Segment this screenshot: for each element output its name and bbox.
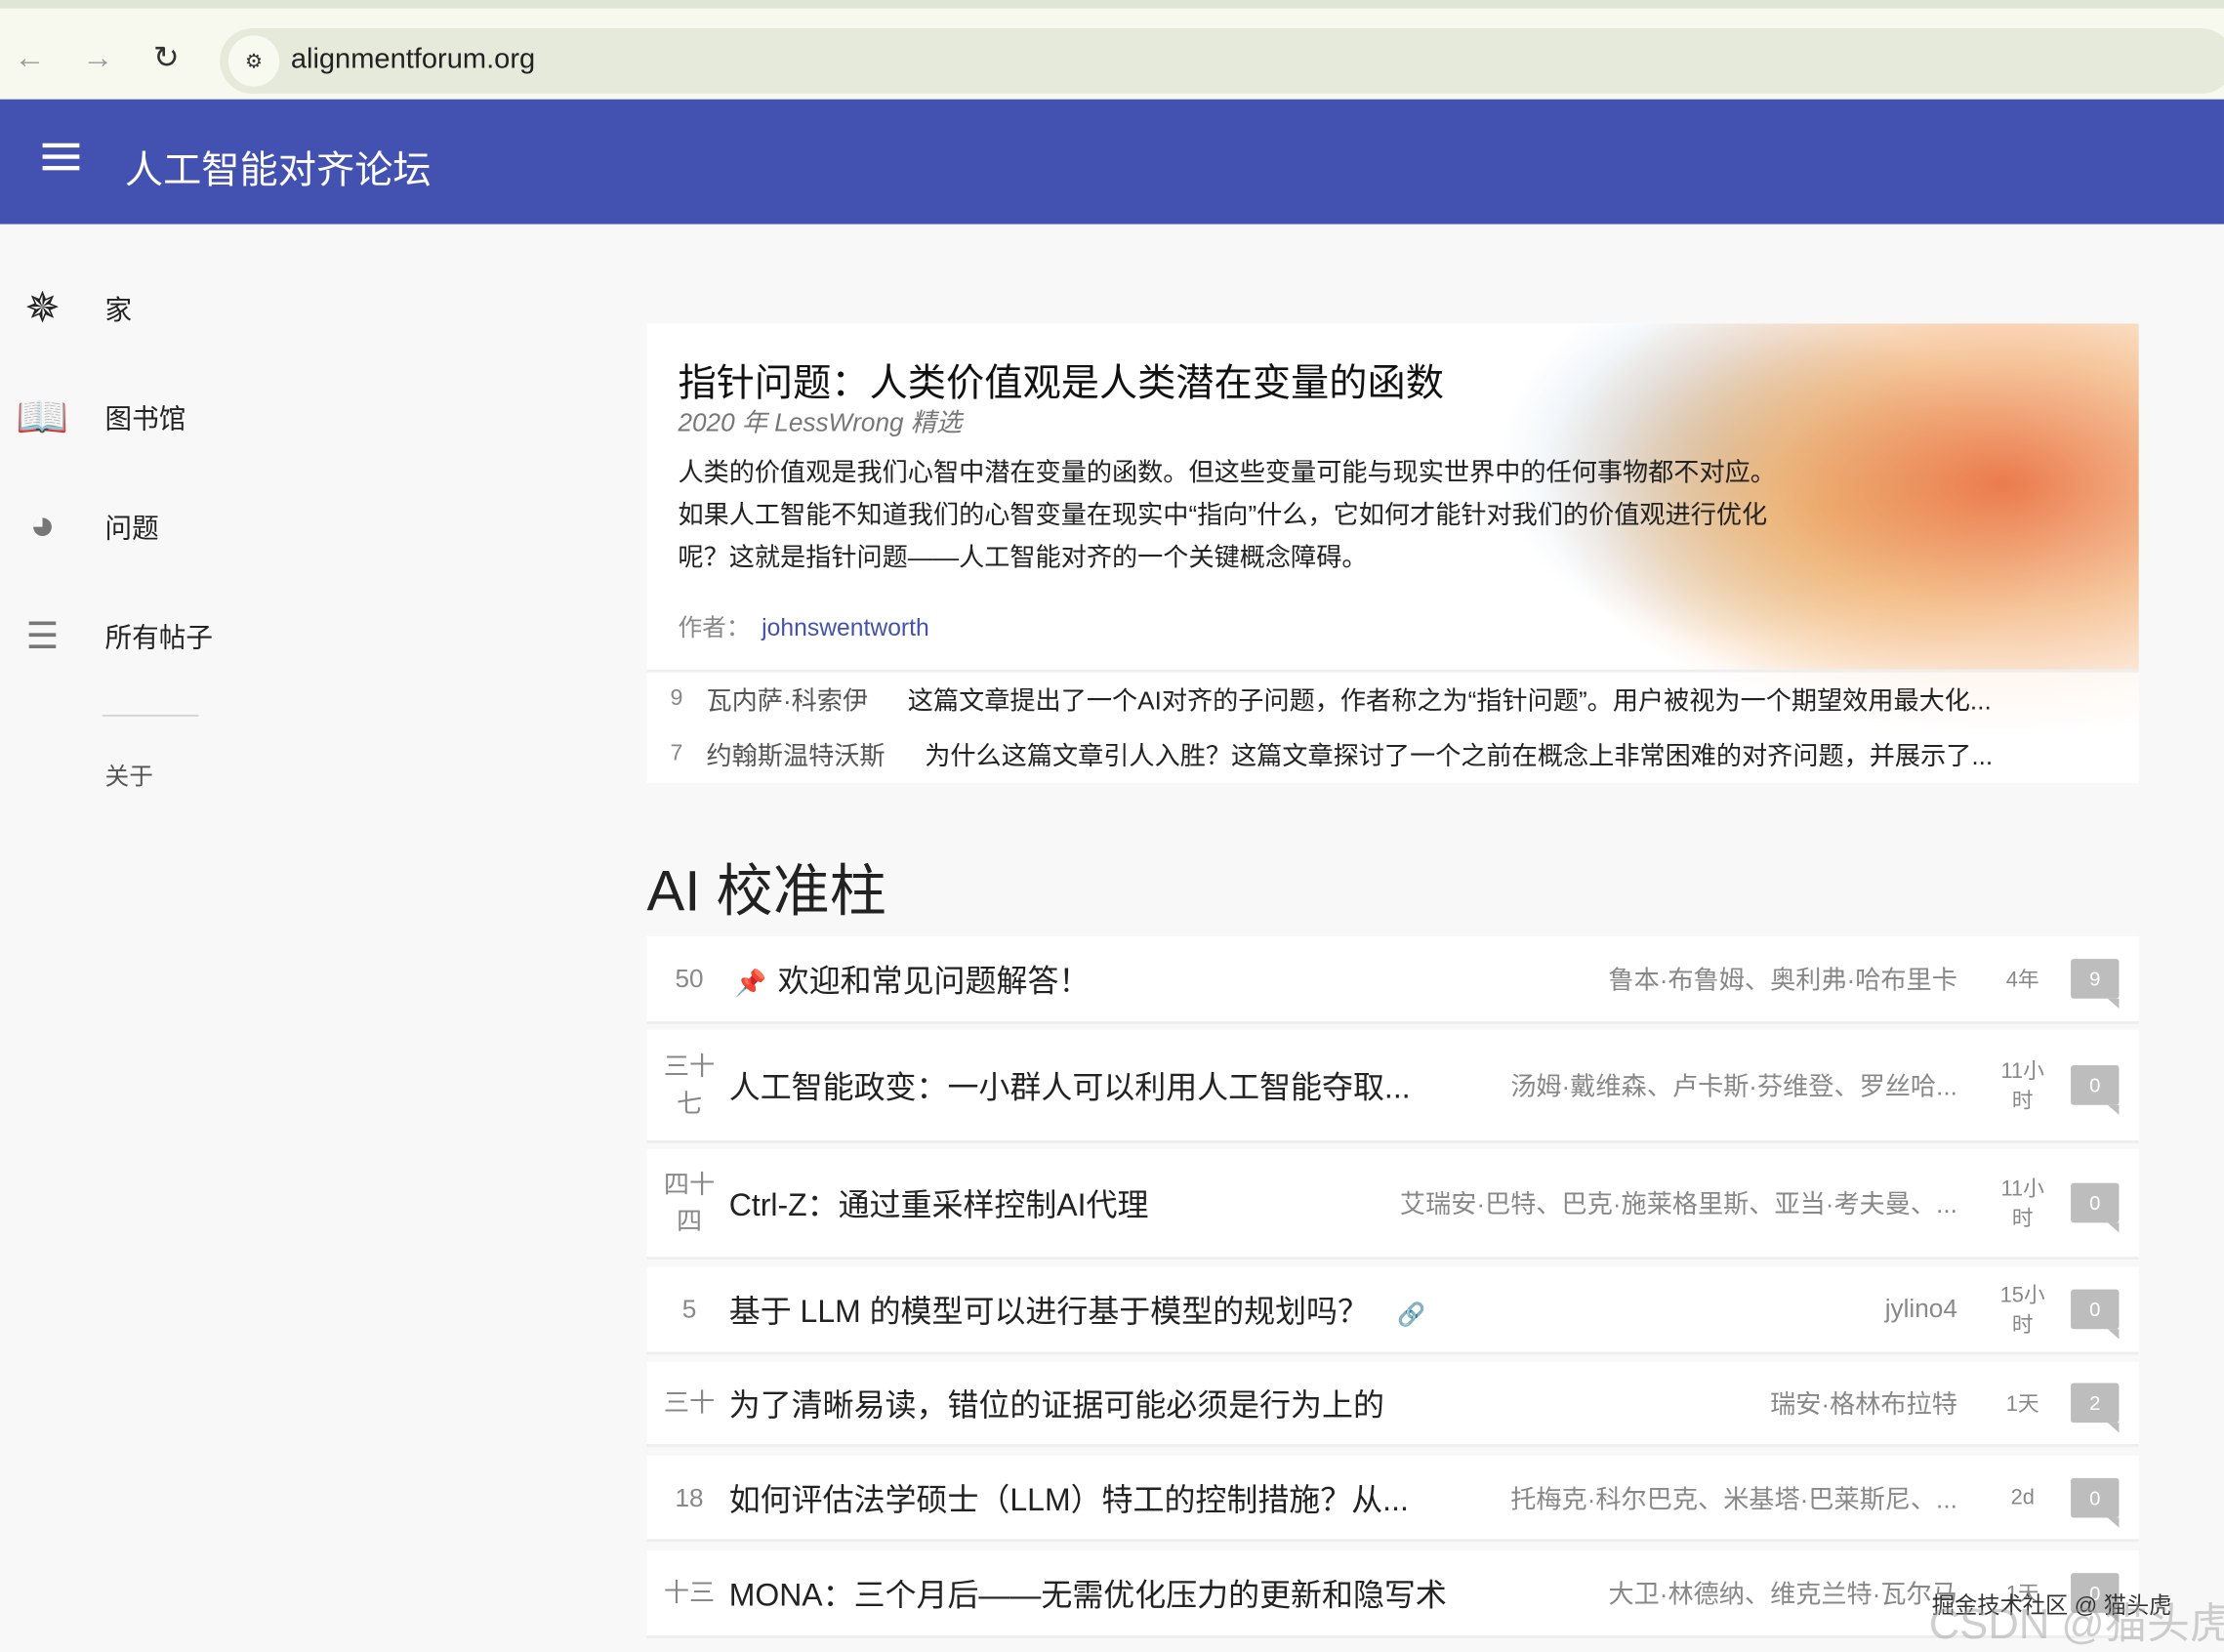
post-karma: 四十 四 <box>658 1166 721 1240</box>
compass-star-icon: ✵ <box>15 279 71 336</box>
post-karma: 三十 七 <box>658 1049 721 1123</box>
comment-count-badge[interactable]: 0 <box>2071 1477 2119 1517</box>
post-title-wrap: 📌 欢迎和常见问题解答！ <box>723 956 1090 1001</box>
author-label: 作者： <box>678 614 750 641</box>
address-bar[interactable]: ⚙ alignmentforum.org <box>220 28 2224 94</box>
comment-count-badge[interactable]: 2 <box>2071 1383 2119 1423</box>
post-row[interactable]: 十三 MONA：三个月后——无需优化压力的更新和隐写术 大卫·林德纳、维克兰特·… <box>646 1550 2138 1638</box>
sidebar-divider <box>103 715 199 716</box>
reload-button[interactable]: ↻ <box>153 40 180 77</box>
post-authors[interactable]: 瑞安·格林布拉特 <box>1770 1384 1957 1422</box>
post-title[interactable]: 基于 LLM 的模型可以进行基于模型的规划吗？ <box>729 1294 1369 1329</box>
post-title-wrap: MONA：三个月后——无需优化压力的更新和隐写术 <box>729 1570 1447 1615</box>
post-title[interactable]: 人工智能政变：一小群人可以利用人工智能夺取... <box>729 1069 1411 1104</box>
post-authors[interactable]: 汤姆·戴维森、卢卡斯·芬维登、罗丝哈... <box>1510 1067 1957 1104</box>
sidebar-item-all-posts[interactable]: ☰所有帖子 <box>15 604 71 667</box>
list-icon: ☰ <box>15 607 71 664</box>
post-authors[interactable]: 鲁本·布鲁姆、奥利弗·哈布里卡 <box>1608 961 1956 998</box>
post-karma: 18 <box>658 1479 721 1516</box>
post-time: 15小时 <box>1995 1279 2051 1339</box>
sidebar-item-label: 图书馆 <box>105 398 186 436</box>
section-title: AI 校准柱 <box>646 846 885 928</box>
globe-icon: ◕ <box>15 498 71 555</box>
featured-post-card: 指针问题：人类价值观是人类潜在变量的函数 2020 年 LessWrong 精选… <box>646 323 2138 783</box>
post-row[interactable]: 三十 为了清晰易读，错位的证据可能必须是行为上的 瑞安·格林布拉特 1天 2 <box>646 1362 2138 1447</box>
watermark: CSDN @猫头虎 <box>1929 1589 2224 1651</box>
post-authors[interactable]: 艾瑞安·巴特、巴克·施莱格里斯、亚当·考夫曼、... <box>1400 1184 1957 1221</box>
post-karma: 十三 <box>658 1575 721 1612</box>
post-title-wrap: 基于 LLM 的模型可以进行基于模型的规划吗？ 🔗 <box>729 1287 1425 1332</box>
comment-count-badge[interactable]: 0 <box>2071 1290 2119 1330</box>
post-row[interactable]: 四十 四 Ctrl-Z：通过重采样控制AI代理 艾瑞安·巴特、巴克·施莱格里斯、… <box>646 1149 2138 1260</box>
post-title-wrap: Ctrl-Z：通过重采样控制AI代理 <box>729 1180 1149 1225</box>
post-time: 11小时 <box>1995 1055 2051 1115</box>
post-karma: 5 <box>658 1291 721 1328</box>
sidebar-about-link[interactable]: 关于 <box>105 756 153 791</box>
featured-title[interactable]: 指针问题：人类价值观是人类潜在变量的函数 <box>678 351 1444 407</box>
post-title-wrap: 如何评估法学硕士（LLM）特工的控制措施？从... <box>729 1474 1409 1519</box>
pin-icon: 📌 <box>735 969 767 997</box>
site-settings-icon[interactable]: ⚙ <box>228 35 279 86</box>
comment-count-badge[interactable]: 0 <box>2071 1183 2119 1223</box>
review-text: 这篇文章提出了一个AI对齐的子问题，作者称之为“指针问题”。用户被视为一个期望效… <box>908 681 1992 718</box>
forward-button[interactable]: → <box>82 40 113 77</box>
review-text: 为什么这篇文章引人入胜？这篇文章探讨了一个之前在概念上非常困难的对齐问题，并展示… <box>925 736 1993 773</box>
sidebar-item-label: 问题 <box>105 507 159 545</box>
review-author[interactable]: 约翰斯温特沃斯 <box>706 736 885 773</box>
post-time: 1天 <box>1995 1388 2051 1419</box>
sidebar-item-library[interactable]: 📖图书馆 <box>15 386 71 448</box>
post-row[interactable]: 5 基于 LLM 的模型可以进行基于模型的规划吗？🔗 jylino4 15小时 … <box>646 1266 2138 1354</box>
review-karma: 9 <box>646 686 706 712</box>
hamburger-menu-icon[interactable] <box>43 136 80 179</box>
post-row[interactable]: 50 📌 欢迎和常见问题解答！ 鲁本·布鲁姆、奥利弗·哈布里卡 4年 9 <box>646 936 2138 1024</box>
post-title[interactable]: Ctrl-Z：通过重采样控制AI代理 <box>729 1187 1149 1222</box>
site-title[interactable]: 人工智能对齐论坛 <box>125 139 432 194</box>
post-title-wrap: 人工智能政变：一小群人可以利用人工智能夺取... <box>729 1062 1411 1107</box>
post-title[interactable]: MONA：三个月后——无需优化压力的更新和隐写术 <box>729 1578 1447 1613</box>
back-button[interactable]: ← <box>15 40 46 77</box>
review-karma: 7 <box>646 742 706 767</box>
comment-count-badge[interactable]: 0 <box>2071 1065 2119 1105</box>
post-row[interactable]: 18 如何评估法学硕士（LLM）特工的控制措施？从... 托梅克·科尔巴克、米基… <box>646 1456 2138 1543</box>
post-title[interactable]: 欢迎和常见问题解答！ <box>778 963 1091 998</box>
link-icon: 🔗 <box>1397 1303 1425 1328</box>
post-karma: 三十 <box>658 1384 721 1422</box>
post-title-wrap: 为了清晰易读，错位的证据可能必须是行为上的 <box>729 1381 1384 1425</box>
post-row[interactable]: 三十 七 人工智能政变：一小群人可以利用人工智能夺取... 汤姆·戴维森、卢卡斯… <box>646 1030 2138 1143</box>
review-row[interactable]: 7约翰斯温特沃斯 为什么这篇文章引人入胜？这篇文章探讨了一个之前在概念上非常困难的… <box>646 726 2138 783</box>
url-text[interactable]: alignmentforum.org <box>291 44 535 76</box>
comment-count-badge[interactable]: 9 <box>2071 959 2119 999</box>
browser-toolbar: ← → ↻ ⚙ alignmentforum.org <box>0 0 2224 100</box>
sidebar-item-label: 所有帖子 <box>105 616 213 654</box>
review-row[interactable]: 9瓦内萨·科索伊 这篇文章提出了一个AI对齐的子问题，作者称之为“指针问题”。用户… <box>646 670 2138 726</box>
post-time: 11小时 <box>1995 1173 2051 1232</box>
post-authors[interactable]: 大卫·林德纳、维克兰特·瓦尔马 <box>1608 1575 1956 1612</box>
review-author[interactable]: 瓦内萨·科索伊 <box>706 681 868 718</box>
site-header: 人工智能对齐论坛 <box>0 100 2224 225</box>
post-karma: 50 <box>658 961 721 998</box>
sidebar-item-home[interactable]: ✵家 <box>15 276 71 339</box>
sidebar-item-questions[interactable]: ◕问题 <box>15 495 71 558</box>
post-title[interactable]: 如何评估法学硕士（LLM）特工的控制措施？从... <box>729 1481 1409 1516</box>
page: ← → ↻ ⚙ alignmentforum.org 人工智能对齐论坛 ✵家 📖… <box>0 0 2224 1652</box>
post-title[interactable]: 为了清晰易读，错位的证据可能必须是行为上的 <box>729 1387 1384 1423</box>
book-icon: 📖 <box>15 389 71 445</box>
featured-subtitle: 2020 年 LessWrong 精选 <box>678 403 962 440</box>
post-time: 2d <box>1995 1485 2051 1509</box>
featured-author: 作者： johnswentworth <box>678 607 928 642</box>
post-authors[interactable]: 托梅克·科尔巴克、米基塔·巴莱斯尼、... <box>1510 1479 1957 1516</box>
post-authors[interactable]: jylino4 <box>1885 1295 1957 1325</box>
featured-summary: 人类的价值观是我们心智中潜在变量的函数。但这些变量可能与现实世界中的任何事物都不… <box>678 451 1777 579</box>
sidebar-item-label: 家 <box>105 289 133 327</box>
post-time: 4年 <box>1995 964 2051 994</box>
author-link[interactable]: johnswentworth <box>762 614 929 641</box>
